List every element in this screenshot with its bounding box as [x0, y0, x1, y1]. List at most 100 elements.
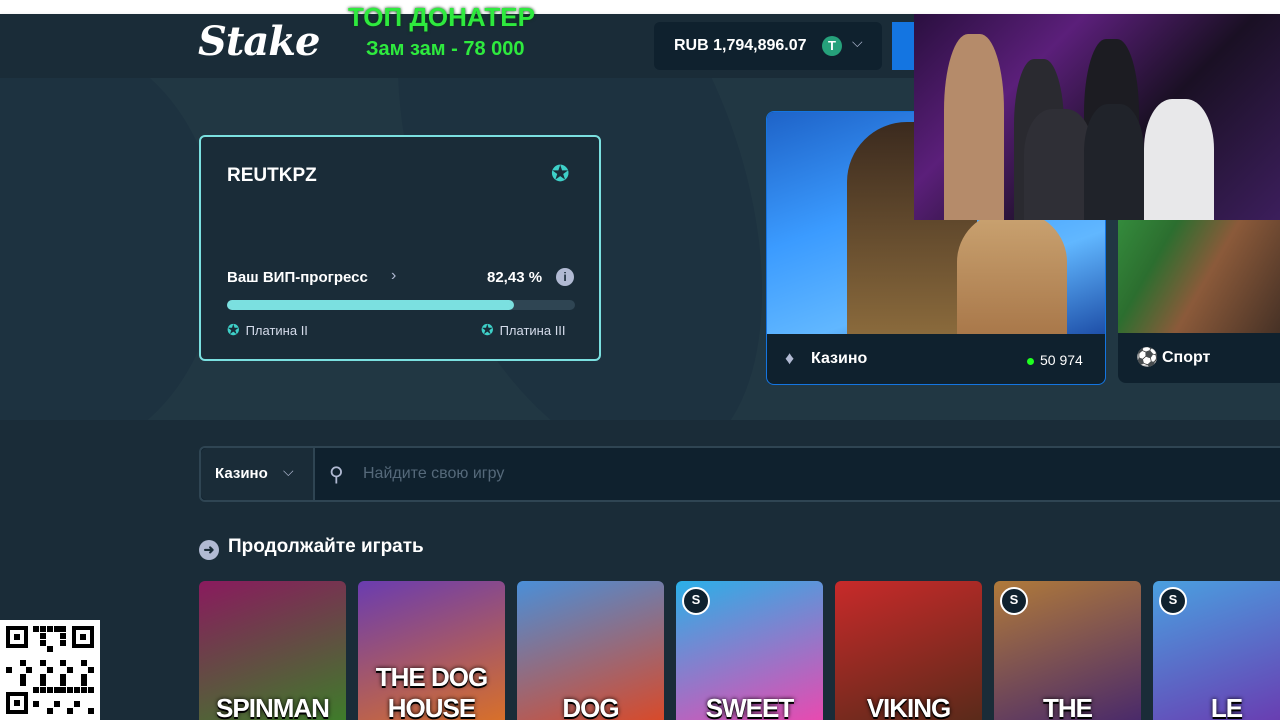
qr-module [60, 632, 67, 639]
wallet-button[interactable] [892, 22, 916, 70]
history-icon: ➜ [199, 540, 219, 560]
qr-module [60, 673, 67, 680]
qr-module [60, 660, 67, 666]
qr-module [80, 673, 87, 680]
vip-star-icon[interactable]: ✪ [551, 161, 569, 187]
online-count: 50 974 [1027, 352, 1083, 368]
qr-finder [6, 692, 28, 714]
current-tier-label: Платина II [245, 323, 308, 338]
game-tile[interactable]: VIKING [835, 581, 982, 720]
stake-originals-badge-icon: S [1159, 587, 1187, 615]
vip-progress-bar [227, 300, 575, 310]
wallet-selector[interactable]: RUB 1,794,896.07 T ⌵ [654, 22, 882, 70]
qr-module [6, 666, 12, 673]
qr-module [80, 680, 87, 687]
game-title: SWEET [705, 693, 794, 720]
search-icon: ⚲ [329, 464, 344, 486]
qr-module [19, 680, 26, 687]
qr-module [53, 700, 60, 707]
game-title: SPINMAN [216, 693, 330, 720]
next-tier-label: Платина III [499, 323, 566, 338]
qr-module [33, 687, 40, 694]
vip-progress-fill [227, 300, 514, 310]
vip-progress-percent: 82,43 % [487, 269, 543, 286]
qr-module [67, 707, 74, 714]
qr-module [53, 626, 60, 632]
game-title: LE [1210, 693, 1243, 720]
casino-card-label: Казино [811, 350, 868, 367]
game-tile[interactable]: S SWEET [676, 581, 823, 720]
section-title: Продолжайте играть [228, 536, 424, 557]
stake-originals-badge-icon: S [1000, 587, 1028, 615]
qr-module [40, 680, 46, 687]
qr-module [80, 660, 87, 666]
qr-code-image [0, 620, 100, 720]
qr-module [60, 639, 67, 646]
stream-overlay-subtitle: Зам зам - 78 000 [366, 38, 525, 60]
qr-module [67, 687, 74, 694]
tether-icon: T [822, 36, 842, 56]
person [1144, 99, 1214, 220]
top-strip [0, 0, 1280, 14]
game-title: THE [1043, 693, 1093, 720]
vip-progress-card: REUTKPZ ✪ Ваш ВИП-прогресс › 82,43 % i ✪… [199, 135, 601, 361]
qr-finder [6, 626, 28, 648]
dealer-figure [957, 212, 1067, 334]
game-tile[interactable]: S LE [1153, 581, 1280, 720]
ball-icon: ⚽ [1136, 347, 1159, 367]
person [944, 34, 1004, 220]
qr-module [87, 666, 94, 673]
star-icon: ✪ [227, 322, 240, 339]
game-tile[interactable]: THE DOG HOUSE [358, 581, 505, 720]
qr-module [67, 666, 74, 673]
game-search-bar: Казино ⌵ ⚲ [199, 446, 1280, 502]
qr-module [46, 687, 53, 694]
qr-module [74, 687, 80, 694]
background-shape [0, 78, 220, 420]
stake-logo[interactable]: Stake [198, 18, 320, 65]
qr-module [60, 680, 67, 687]
current-tier: ✪ Платина II [227, 321, 308, 339]
qr-finder [72, 626, 94, 648]
qr-module [87, 687, 94, 694]
qr-module [53, 687, 60, 694]
qr-module [40, 639, 46, 646]
wallet-balance: RUB 1,794,896.07 [674, 37, 807, 54]
qr-module [40, 687, 46, 694]
online-dot-icon [1027, 357, 1034, 365]
qr-module [19, 660, 26, 666]
qr-module [46, 707, 53, 714]
username: REUTKPZ [227, 165, 317, 186]
stake-originals-badge-icon: S [682, 587, 710, 615]
qr-module [40, 660, 46, 666]
game-title: THE DOG HOUSE [375, 662, 488, 720]
game-tile[interactable]: S THE [994, 581, 1141, 720]
info-icon[interactable]: i [556, 268, 574, 286]
qr-module [60, 687, 67, 694]
game-tile[interactable]: DOG [517, 581, 664, 720]
game-title: DOG [562, 693, 619, 720]
qr-module [60, 626, 67, 632]
qr-module [33, 700, 40, 707]
search-category-label: Казино [215, 465, 268, 482]
vip-progress-link[interactable]: Ваш ВИП-прогресс [227, 269, 368, 286]
qr-module [40, 673, 46, 680]
search-category-select[interactable]: Казино ⌵ [201, 448, 315, 500]
qr-module [19, 673, 26, 680]
game-tile[interactable]: SPINMAN [199, 581, 346, 720]
qr-module [40, 632, 46, 639]
qr-module [80, 687, 87, 694]
continue-playing-header[interactable]: ➜ Продолжайте играть [199, 536, 424, 560]
chevron-right-icon[interactable]: › [391, 267, 396, 285]
qr-module [26, 666, 33, 673]
search-input[interactable] [361, 464, 1065, 484]
qr-module [74, 700, 80, 707]
online-count-value: 50 974 [1040, 352, 1083, 368]
star-icon: ✪ [481, 322, 494, 339]
chevron-down-icon: ⌵ [283, 463, 294, 479]
qr-module [33, 626, 40, 632]
qr-module [46, 626, 53, 632]
chevron-down-icon: ⌵ [852, 34, 863, 50]
stream-overlay-title: ТОП ДОНАТЕР [348, 2, 535, 32]
qr-module [46, 666, 53, 673]
